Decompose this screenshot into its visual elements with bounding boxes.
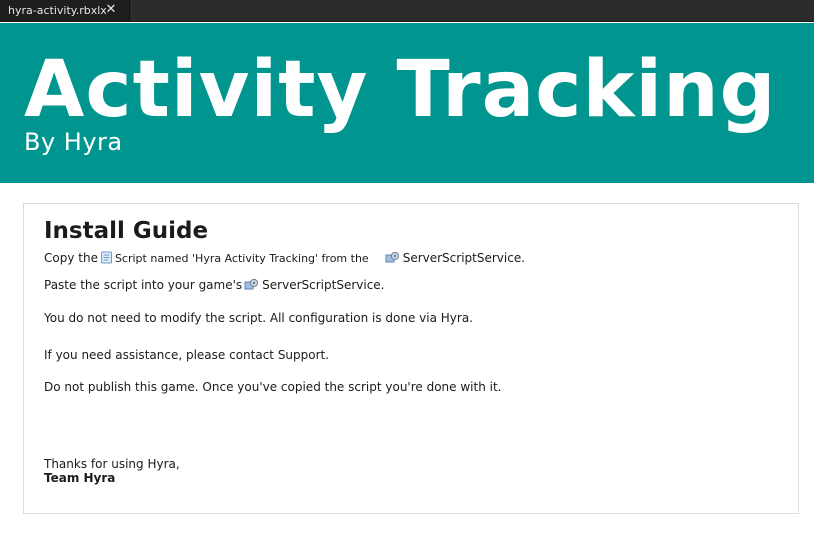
line-text-service: ServerScriptService. [402, 251, 526, 265]
line-text-service: ServerScriptService. [262, 278, 385, 292]
guide-line-no-modify: You do not need to modify the script. Al… [44, 311, 473, 325]
line-text-middle: Script named 'Hyra Activity Tracking' fr… [114, 252, 369, 265]
guide-line-paste: Paste the script into your game's ServerS… [44, 277, 385, 293]
page-title: Install Guide [44, 218, 209, 244]
line-text-prefix: Paste the script into your game's [44, 278, 243, 292]
line-text-prefix: Copy the [44, 251, 98, 265]
guide-line-support: If you need assistance, please contact S… [44, 348, 330, 362]
header-banner: Activity Tracking By Hyra [0, 23, 814, 183]
guide-line-copy: Copy the Script named 'Hyra Activity Trac… [44, 250, 525, 267]
tab-label: hyra-activity.rbxlx [8, 4, 107, 17]
close-icon[interactable]: ✕ [105, 0, 117, 21]
banner-subtitle: By Hyra [24, 128, 123, 156]
server-script-service-icon [385, 251, 400, 264]
tab-bar: hyra-activity.rbxlx ✕ [0, 0, 814, 22]
banner-title: Activity Tracking [24, 45, 777, 135]
server-script-service-icon [244, 278, 259, 291]
signature-text: Team Hyra [44, 471, 116, 485]
install-guide-panel: Install Guide Copy the Script named 'Hyra… [23, 203, 799, 514]
guide-line-no-publish: Do not publish this game. Once you've co… [44, 380, 502, 394]
script-icon [100, 251, 113, 264]
